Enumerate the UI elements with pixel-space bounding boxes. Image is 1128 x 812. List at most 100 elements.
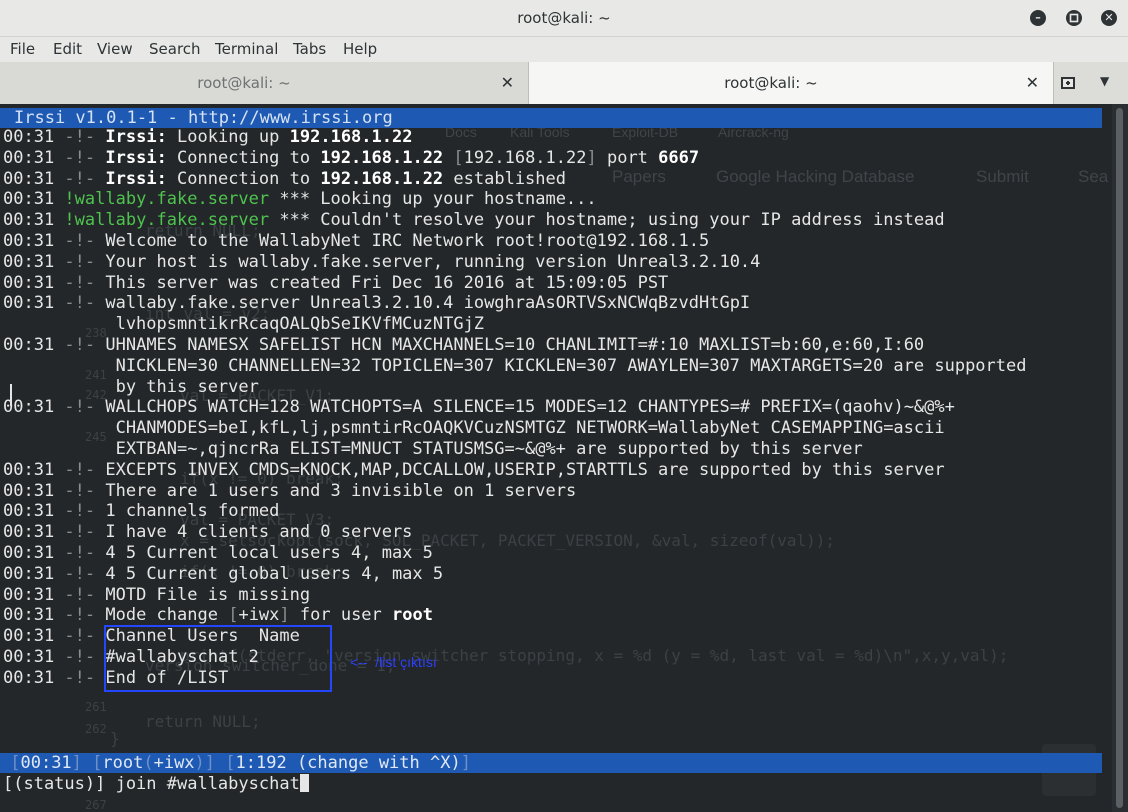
log-segment: Connection to — [166, 168, 321, 189]
terminal-area[interactable]: Docs Kali Tools Exploit-DB Aircrack-ng P… — [0, 104, 1112, 812]
log-segment: Welcome to the WallabyNet IRC Network ro… — [95, 230, 710, 251]
new-tab-icon[interactable] — [1060, 74, 1080, 92]
tab-terminal-1[interactable]: root@kali: ~ ✕ — [0, 62, 529, 104]
irssi-status-bar: [00:31] [root(+iwx)] [1:192 (change with… — [0, 753, 1102, 773]
log-segment: 00:31 — [3, 480, 65, 501]
log-segment: 00:31 — [3, 251, 65, 272]
log-segment: -!- — [64, 605, 96, 626]
title-bar: root@kali: ~ – ✕ — [0, 0, 1128, 37]
log-segment: -!- — [64, 168, 96, 189]
log-segment: wallaby.fake.server Unreal3.2.10.4 iowgh… — [95, 293, 751, 314]
log-segment: by this server — [3, 376, 259, 397]
bg-line-number: 262 — [85, 722, 107, 736]
tab-label: root@kali: ~ — [724, 74, 818, 92]
log-segment: -!- — [64, 563, 96, 584]
log-segment: ] — [279, 605, 290, 626]
log-segment: -!- — [64, 584, 96, 605]
log-segment: 00:31 — [3, 147, 65, 168]
menu-terminal[interactable]: Terminal — [215, 40, 278, 58]
text-cursor — [299, 774, 309, 792]
log-segment: -!- — [64, 334, 96, 355]
log-segment: port — [596, 147, 659, 168]
status-mode: +iwx — [153, 753, 195, 773]
log-segment: !wallaby.fake.server — [64, 189, 270, 210]
log-segment — [95, 148, 105, 168]
log-segment: 00:31 — [3, 189, 65, 210]
close-icon[interactable]: ✕ — [1026, 73, 1039, 92]
scrollbar-thumb[interactable] — [1116, 108, 1123, 808]
bg-nav: Sea — [1078, 167, 1109, 186]
log-segment — [95, 127, 105, 147]
log-segment: 00:31 — [3, 272, 65, 293]
irssi-input-line[interactable]: [(status)] join #wallabyschat — [3, 774, 309, 795]
chevron-down-icon[interactable]: ▼ — [1100, 74, 1109, 88]
log-segment: *** Couldn't resolve your hostname; usin… — [269, 210, 945, 231]
log-segment: established — [443, 168, 566, 189]
tab-terminal-2[interactable]: root@kali: ~ ✕ — [528, 62, 1054, 104]
log-line: 00:31 !wallaby.fake.server *** Couldn't … — [3, 210, 1027, 231]
menu-tabs[interactable]: Tabs — [293, 40, 326, 58]
log-line: 00:31 -!- 4 5 Current local users 4, max… — [3, 543, 1027, 564]
log-segment: [ — [228, 605, 239, 626]
ibeam-cursor-icon — [10, 384, 12, 406]
log-segment: Mode change — [95, 605, 229, 626]
log-line: lvhopsmntikrRcaqOALQbSeIKVfMCuzNTGjZ — [3, 314, 1027, 335]
log-segment: -!- — [64, 626, 96, 647]
close-icon[interactable]: ✕ — [501, 73, 514, 92]
log-segment: Irssi: — [105, 127, 167, 147]
log-segment: 00:31 — [3, 605, 65, 626]
menu-edit[interactable]: Edit — [53, 40, 82, 58]
bg-code: return NULL; — [145, 712, 261, 731]
maximize-icon[interactable] — [1066, 10, 1082, 26]
log-line: 00:31 -!- wallaby.fake.server Unreal3.2.… — [3, 293, 1027, 314]
log-segment: for user — [289, 605, 393, 626]
menu-view[interactable]: View — [97, 40, 133, 58]
log-segment: -!- — [64, 501, 96, 522]
log-segment: 00:31 — [3, 230, 65, 251]
log-segment — [95, 169, 105, 189]
log-line: 00:31 -!- 1 channels formed — [3, 501, 1027, 522]
minimize-icon[interactable]: – — [1030, 10, 1046, 26]
log-segment: *** Looking up your hostname... — [269, 189, 597, 210]
log-segment: 00:31 — [3, 334, 65, 355]
log-segment: 00:31 — [3, 667, 65, 688]
log-segment: !wallaby.fake.server — [64, 210, 270, 231]
log-segment: -!- — [64, 397, 96, 418]
log-line: 00:31 -!- Irssi: Connection to 192.168.1… — [3, 169, 1027, 190]
log-segment: 6667 — [658, 147, 700, 168]
log-segment: 00:31 — [3, 646, 65, 667]
log-segment: Irssi: — [105, 168, 167, 189]
tab-label: root@kali: ~ — [197, 74, 291, 92]
menu-search[interactable]: Search — [149, 40, 201, 58]
log-line: by this server — [3, 377, 1027, 398]
log-line: EXTBAN=~,qjncrRa ELIST=MNUCT STATUSMSG=~… — [3, 439, 1027, 460]
window-title: root@kali: ~ — [517, 9, 611, 27]
log-segment: 00:31 — [3, 542, 65, 563]
log-segment: -!- — [64, 459, 96, 480]
log-segment: UHNAMES NAMESX SAFELIST HCN MAXCHANNELS=… — [95, 334, 925, 355]
log-segment: 00:31 — [3, 293, 65, 314]
log-segment: There are 1 users and 3 invisible on 1 s… — [95, 480, 577, 501]
log-line: 00:31 -!- I have 4 clients and 0 servers — [3, 522, 1027, 543]
log-segment: 00:31 — [3, 127, 65, 147]
menu-file[interactable]: File — [10, 40, 35, 58]
log-segment: 00:31 — [3, 584, 65, 605]
log-line: 00:31 -!- WALLCHOPS WATCH=128 WATCHOPTS=… — [3, 397, 1027, 418]
log-line: 00:31 -!- UHNAMES NAMESX SAFELIST HCN MA… — [3, 335, 1027, 356]
log-segment: -!- — [64, 522, 96, 543]
log-segment: Connecting to — [166, 147, 321, 168]
log-segment: lvhopsmntikrRcaqOALQbSeIKVfMCuzNTGjZ — [3, 314, 485, 335]
log-line: 00:31 -!- Mode change [+iwx] for user ro… — [3, 605, 1027, 626]
log-segment: -!- — [64, 667, 96, 688]
status-user: root — [102, 753, 144, 773]
terminal-scrollbar[interactable] — [1112, 104, 1128, 812]
log-segment: Irssi: — [105, 147, 167, 168]
log-segment: -!- — [64, 127, 96, 147]
log-segment: This server was created Fri Dec 16 2016 … — [95, 272, 669, 293]
log-segment: 00:31 — [3, 522, 65, 543]
log-line: 00:31 -!- Irssi: Connecting to 192.168.1… — [3, 148, 1027, 169]
log-segment: 1 channels formed — [95, 501, 280, 522]
menu-help[interactable]: Help — [343, 40, 377, 58]
prompt-text: [(status)] join #wallabyschat — [3, 774, 300, 794]
close-icon[interactable]: ✕ — [1101, 10, 1117, 26]
